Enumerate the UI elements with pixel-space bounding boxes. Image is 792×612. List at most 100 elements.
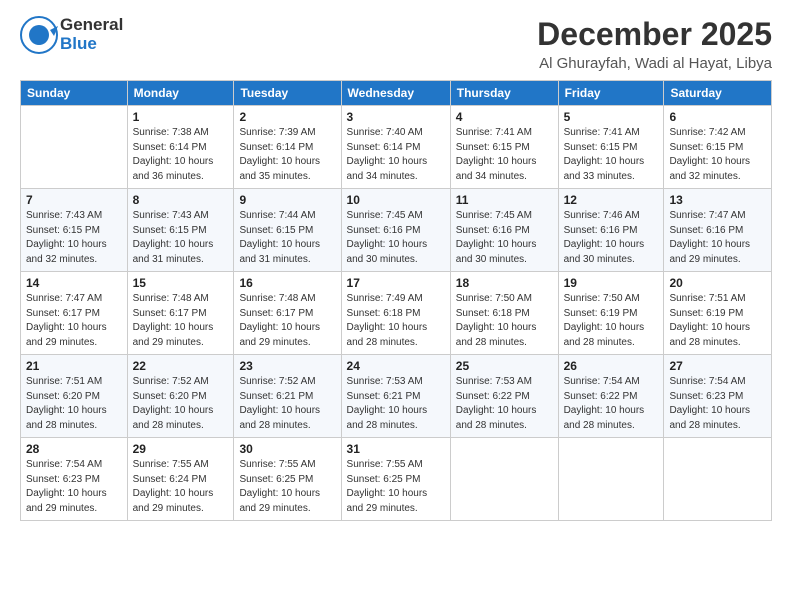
day-info: Sunrise: 7:50 AM Sunset: 6:18 PM Dayligh… <box>456 292 553 350</box>
day-number: 3 <box>347 110 445 124</box>
column-header-thursday: Thursday <box>450 81 558 106</box>
calendar-cell: 6 Sunrise: 7:42 AM Sunset: 6:15 PM Daylig… <box>664 106 772 189</box>
day-number: 7 <box>26 193 122 207</box>
calendar-cell <box>558 438 664 521</box>
day-info: Sunrise: 7:39 AM Sunset: 6:14 PM Dayligh… <box>239 126 335 184</box>
calendar-cell: 18 Sunrise: 7:50 AM Sunset: 6:18 PM Dayli… <box>450 272 558 355</box>
calendar-cell: 12 Sunrise: 7:46 AM Sunset: 6:16 PM Dayli… <box>558 189 664 272</box>
day-number: 22 <box>133 359 229 373</box>
day-number: 10 <box>347 193 445 207</box>
day-info: Sunrise: 7:45 AM Sunset: 6:16 PM Dayligh… <box>347 209 445 267</box>
day-number: 4 <box>456 110 553 124</box>
day-info: Sunrise: 7:45 AM Sunset: 6:16 PM Dayligh… <box>456 209 553 267</box>
day-info: Sunrise: 7:51 AM Sunset: 6:19 PM Dayligh… <box>669 292 766 350</box>
logo: General Blue <box>20 16 123 54</box>
day-info: Sunrise: 7:40 AM Sunset: 6:14 PM Dayligh… <box>347 126 445 184</box>
day-info: Sunrise: 7:38 AM Sunset: 6:14 PM Dayligh… <box>133 126 229 184</box>
day-number: 5 <box>564 110 659 124</box>
day-info: Sunrise: 7:52 AM Sunset: 6:20 PM Dayligh… <box>133 375 229 433</box>
day-info: Sunrise: 7:55 AM Sunset: 6:25 PM Dayligh… <box>239 458 335 516</box>
column-header-sunday: Sunday <box>21 81 128 106</box>
calendar-cell: 1 Sunrise: 7:38 AM Sunset: 6:14 PM Daylig… <box>127 106 234 189</box>
day-info: Sunrise: 7:41 AM Sunset: 6:15 PM Dayligh… <box>456 126 553 184</box>
day-number: 2 <box>239 110 335 124</box>
day-number: 29 <box>133 442 229 456</box>
calendar-cell: 3 Sunrise: 7:40 AM Sunset: 6:14 PM Daylig… <box>341 106 450 189</box>
day-info: Sunrise: 7:46 AM Sunset: 6:16 PM Dayligh… <box>564 209 659 267</box>
day-number: 13 <box>669 193 766 207</box>
calendar-cell: 28Sunrise: 7:54 AM Sunset: 6:23 PM Dayli… <box>21 438 128 521</box>
calendar-cell: 19 Sunrise: 7:50 AM Sunset: 6:19 PM Dayli… <box>558 272 664 355</box>
day-number: 30 <box>239 442 335 456</box>
day-number: 21 <box>26 359 122 373</box>
day-info: Sunrise: 7:42 AM Sunset: 6:15 PM Dayligh… <box>669 126 766 184</box>
day-info: Sunrise: 7:47 AM Sunset: 6:17 PM Dayligh… <box>26 292 122 350</box>
day-info: Sunrise: 7:44 AM Sunset: 6:15 PM Dayligh… <box>239 209 335 267</box>
calendar-cell: 23 Sunrise: 7:52 AM Sunset: 6:21 PM Dayli… <box>234 355 341 438</box>
calendar-cell: 24Sunrise: 7:53 AM Sunset: 6:21 PM Dayli… <box>341 355 450 438</box>
calendar-cell: 7 Sunrise: 7:43 AM Sunset: 6:15 PM Daylig… <box>21 189 128 272</box>
calendar-cell: 22 Sunrise: 7:52 AM Sunset: 6:20 PM Dayli… <box>127 355 234 438</box>
column-header-friday: Friday <box>558 81 664 106</box>
calendar-cell: 20 Sunrise: 7:51 AM Sunset: 6:19 PM Dayli… <box>664 272 772 355</box>
calendar-cell: 10 Sunrise: 7:45 AM Sunset: 6:16 PM Dayli… <box>341 189 450 272</box>
logo-general: General <box>60 16 123 35</box>
day-number: 24 <box>347 359 445 373</box>
calendar-cell: 21 Sunrise: 7:51 AM Sunset: 6:20 PM Dayli… <box>21 355 128 438</box>
day-info: Sunrise: 7:55 AM Sunset: 6:25 PM Dayligh… <box>347 458 445 516</box>
day-number: 31 <box>347 442 445 456</box>
day-info: Sunrise: 7:43 AM Sunset: 6:15 PM Dayligh… <box>26 209 122 267</box>
calendar-cell: 17 Sunrise: 7:49 AM Sunset: 6:18 PM Dayli… <box>341 272 450 355</box>
day-number: 15 <box>133 276 229 290</box>
day-info: Sunrise: 7:51 AM Sunset: 6:20 PM Dayligh… <box>26 375 122 433</box>
day-info: Sunrise: 7:54 AM Sunset: 6:23 PM Dayligh… <box>26 458 122 516</box>
calendar-cell: 5 Sunrise: 7:41 AM Sunset: 6:15 PM Daylig… <box>558 106 664 189</box>
day-number: 6 <box>669 110 766 124</box>
calendar-cell: 15 Sunrise: 7:48 AM Sunset: 6:17 PM Dayli… <box>127 272 234 355</box>
day-info: Sunrise: 7:47 AM Sunset: 6:16 PM Dayligh… <box>669 209 766 267</box>
day-info: Sunrise: 7:41 AM Sunset: 6:15 PM Dayligh… <box>564 126 659 184</box>
calendar-cell: 29 Sunrise: 7:55 AM Sunset: 6:24 PM Dayli… <box>127 438 234 521</box>
day-info: Sunrise: 7:49 AM Sunset: 6:18 PM Dayligh… <box>347 292 445 350</box>
day-info: Sunrise: 7:43 AM Sunset: 6:15 PM Dayligh… <box>133 209 229 267</box>
column-header-monday: Monday <box>127 81 234 106</box>
day-number: 16 <box>239 276 335 290</box>
calendar-cell <box>664 438 772 521</box>
calendar-cell: 27 Sunrise: 7:54 AM Sunset: 6:23 PM Dayli… <box>664 355 772 438</box>
calendar-cell: 9 Sunrise: 7:44 AM Sunset: 6:15 PM Daylig… <box>234 189 341 272</box>
logo-blue: Blue <box>60 35 123 54</box>
calendar-cell: 4 Sunrise: 7:41 AM Sunset: 6:15 PM Daylig… <box>450 106 558 189</box>
day-number: 27 <box>669 359 766 373</box>
day-number: 8 <box>133 193 229 207</box>
location-title: Al Ghurayfah, Wadi al Hayat, Libya <box>537 55 772 72</box>
day-number: 17 <box>347 276 445 290</box>
day-info: Sunrise: 7:54 AM Sunset: 6:22 PM Dayligh… <box>564 375 659 433</box>
calendar-cell: 26 Sunrise: 7:54 AM Sunset: 6:22 PM Dayli… <box>558 355 664 438</box>
day-info: Sunrise: 7:48 AM Sunset: 6:17 PM Dayligh… <box>133 292 229 350</box>
calendar-cell: 31 Sunrise: 7:55 AM Sunset: 6:25 PM Dayli… <box>341 438 450 521</box>
day-info: Sunrise: 7:52 AM Sunset: 6:21 PM Dayligh… <box>239 375 335 433</box>
title-block: December 2025 Al Ghurayfah, Wadi al Haya… <box>537 16 772 72</box>
day-number: 1 <box>133 110 229 124</box>
day-number: 18 <box>456 276 553 290</box>
calendar-cell <box>21 106 128 189</box>
calendar-cell: 25Sunrise: 7:53 AM Sunset: 6:22 PM Dayli… <box>450 355 558 438</box>
calendar-cell: 30 Sunrise: 7:55 AM Sunset: 6:25 PM Dayli… <box>234 438 341 521</box>
day-info: Sunrise: 7:54 AM Sunset: 6:23 PM Dayligh… <box>669 375 766 433</box>
calendar-cell <box>450 438 558 521</box>
day-number: 19 <box>564 276 659 290</box>
day-info: Sunrise: 7:50 AM Sunset: 6:19 PM Dayligh… <box>564 292 659 350</box>
calendar-table: SundayMondayTuesdayWednesdayThursdayFrid… <box>20 80 772 521</box>
calendar-cell: 8 Sunrise: 7:43 AM Sunset: 6:15 PM Daylig… <box>127 189 234 272</box>
day-info: Sunrise: 7:48 AM Sunset: 6:17 PM Dayligh… <box>239 292 335 350</box>
day-number: 20 <box>669 276 766 290</box>
day-number: 23 <box>239 359 335 373</box>
day-number: 9 <box>239 193 335 207</box>
column-header-saturday: Saturday <box>664 81 772 106</box>
header: General Blue December 2025 Al Ghurayfah,… <box>20 16 772 72</box>
calendar-cell: 16 Sunrise: 7:48 AM Sunset: 6:17 PM Dayli… <box>234 272 341 355</box>
day-number: 26 <box>564 359 659 373</box>
day-number: 25 <box>456 359 553 373</box>
day-number: 12 <box>564 193 659 207</box>
day-info: Sunrise: 7:55 AM Sunset: 6:24 PM Dayligh… <box>133 458 229 516</box>
